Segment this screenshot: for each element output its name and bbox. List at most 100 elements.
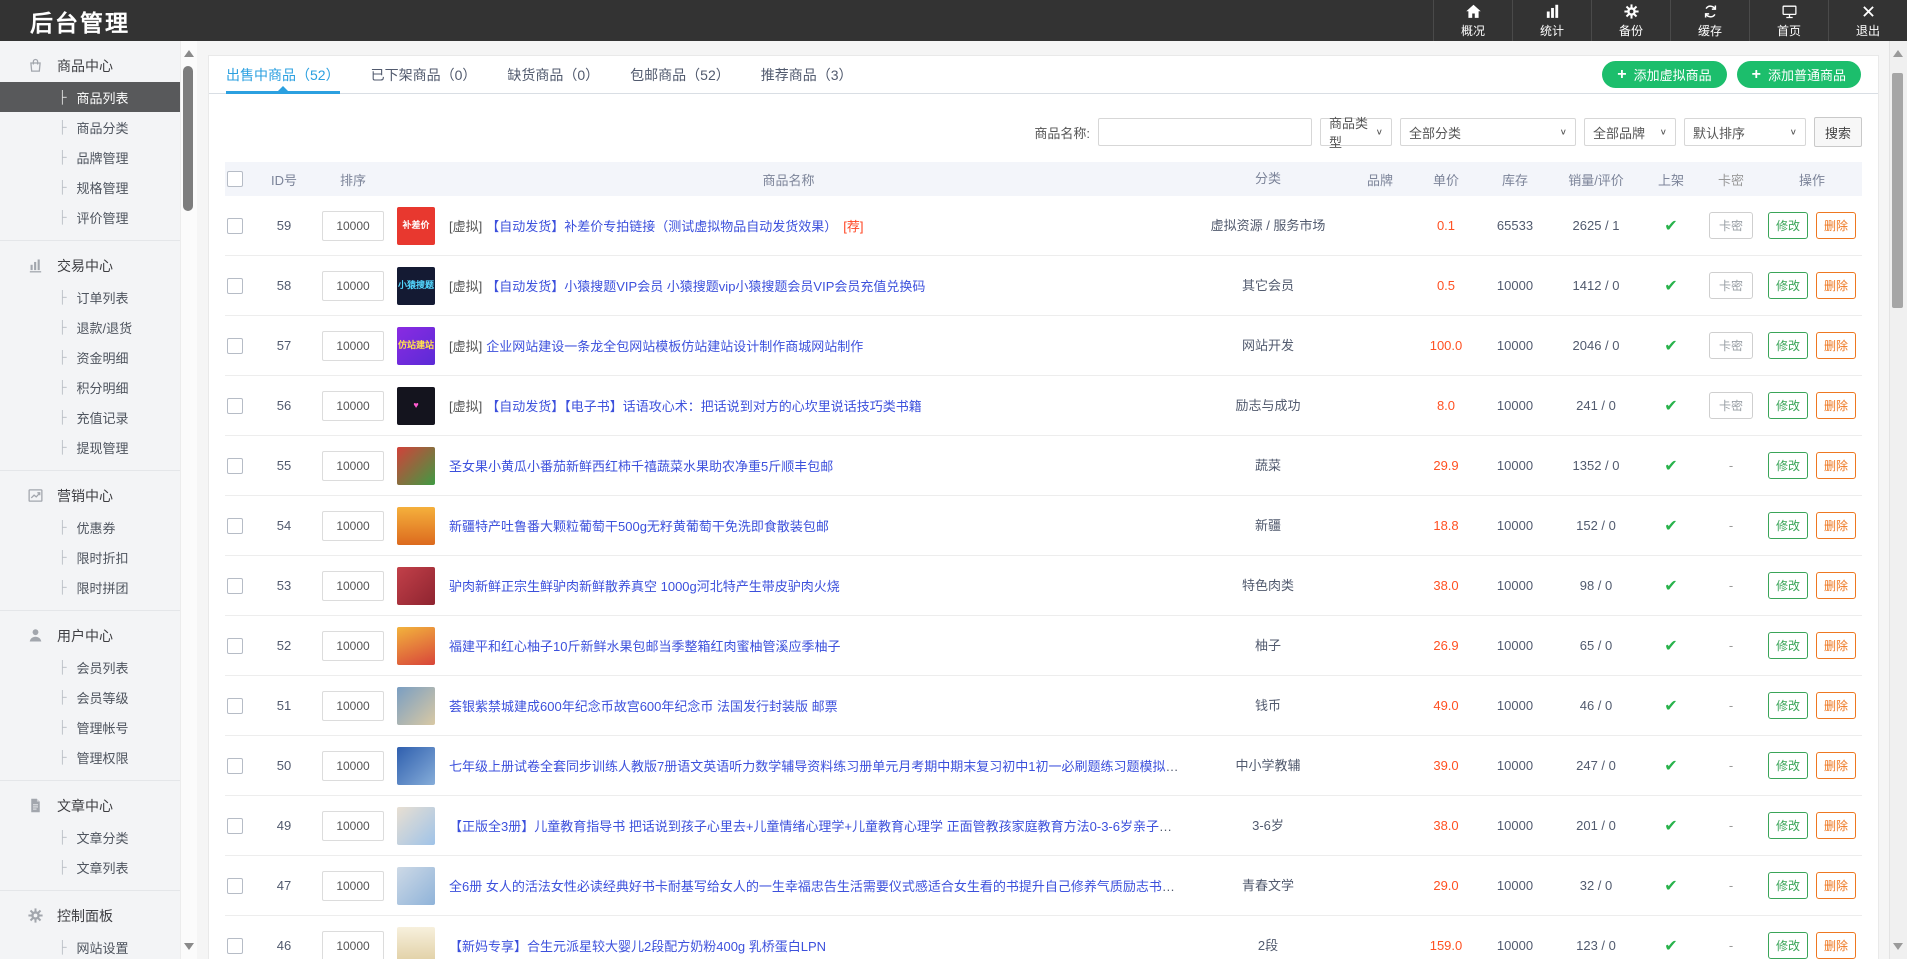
product-type-select[interactable]: 商品类型 ∨	[1320, 118, 1392, 146]
delete-button[interactable]: 删除	[1816, 392, 1856, 419]
tab-out-of-stock[interactable]: 缺货商品（0）	[507, 56, 599, 93]
row-checkbox[interactable]	[227, 338, 243, 354]
sidebar-item-coupon[interactable]: ├优惠券	[0, 512, 180, 542]
sort-select[interactable]: 默认排序 ∨	[1684, 118, 1806, 146]
row-checkbox[interactable]	[227, 398, 243, 414]
sort-input[interactable]	[322, 271, 384, 301]
sidebar-item-goods-category[interactable]: ├商品分类	[0, 112, 180, 142]
sort-input[interactable]	[322, 511, 384, 541]
sidebar-item-fund-detail[interactable]: ├资金明细	[0, 342, 180, 372]
sort-input[interactable]	[322, 691, 384, 721]
sidebar-item-admin-account[interactable]: ├管理帐号	[0, 712, 180, 742]
sidebar-item-goods-list[interactable]: ├商品列表	[0, 82, 180, 112]
product-name-link[interactable]: 荟银紫禁城建成600年纪念币故宫600年纪念币 法国发行封装版 邮票	[449, 699, 838, 714]
product-name-link[interactable]: 全6册 女人的活法女性必读经典好书卡耐基写给女人的一生幸福忠告生活需要仪式感适合…	[449, 879, 1188, 894]
topbar-item-logout[interactable]: 退出	[1828, 0, 1907, 41]
edit-button[interactable]: 修改	[1768, 512, 1808, 539]
sidebar-item-recharge-record[interactable]: ├充值记录	[0, 402, 180, 432]
sort-input[interactable]	[322, 331, 384, 361]
select-all-checkbox[interactable]	[227, 171, 243, 187]
edit-button[interactable]: 修改	[1768, 632, 1808, 659]
sort-input[interactable]	[322, 451, 384, 481]
sidebar-item-member-level[interactable]: ├会员等级	[0, 682, 180, 712]
delete-button[interactable]: 删除	[1816, 632, 1856, 659]
brand-select[interactable]: 全部品牌 ∨	[1584, 118, 1676, 146]
page-scrollbar[interactable]	[1889, 41, 1907, 959]
tab-off-shelf[interactable]: 已下架商品（0）	[371, 56, 477, 93]
topbar-item-cache[interactable]: 缓存	[1670, 0, 1749, 41]
row-checkbox[interactable]	[227, 758, 243, 774]
edit-button[interactable]: 修改	[1768, 932, 1808, 959]
sort-input[interactable]	[322, 391, 384, 421]
sidebar-scrollbar[interactable]	[180, 41, 198, 959]
delete-button[interactable]: 删除	[1816, 512, 1856, 539]
product-name-link[interactable]: 圣女果小黄瓜小番茄新鲜西红柿千禧蔬菜水果助农净重5斤顺丰包邮	[449, 459, 833, 474]
sidebar-section-article-center[interactable]: 文章中心	[0, 789, 180, 822]
edit-button[interactable]: 修改	[1768, 812, 1808, 839]
sidebar-item-refund-return[interactable]: ├退款/退货	[0, 312, 180, 342]
sidebar-item-admin-permission[interactable]: ├管理权限	[0, 742, 180, 772]
sidebar-item-member-list[interactable]: ├会员列表	[0, 652, 180, 682]
row-checkbox[interactable]	[227, 938, 243, 954]
card-key-button[interactable]: 卡密	[1709, 392, 1753, 419]
edit-button[interactable]: 修改	[1768, 872, 1808, 899]
edit-button[interactable]: 修改	[1768, 272, 1808, 299]
delete-button[interactable]: 删除	[1816, 752, 1856, 779]
sidebar-item-review-manage[interactable]: ├评价管理	[0, 202, 180, 232]
topbar-item-backup[interactable]: 备份	[1591, 0, 1670, 41]
sort-input[interactable]	[322, 211, 384, 241]
sidebar-item-brand-manage[interactable]: ├品牌管理	[0, 142, 180, 172]
scroll-up-arrow-icon[interactable]	[184, 50, 194, 57]
card-key-button[interactable]: 卡密	[1709, 272, 1753, 299]
sidebar-item-order-list[interactable]: ├订单列表	[0, 282, 180, 312]
product-name-link[interactable]: 【自动发货】【电子书】话语攻心术：把话说到对方的心坎里说话技巧类书籍	[486, 399, 922, 414]
product-name-link[interactable]: 【正版全3册】儿童教育指导书 把话说到孩子心里去+儿童情绪心理学+儿童教育心理学…	[449, 819, 1188, 834]
scroll-down-arrow-icon[interactable]	[1893, 943, 1903, 950]
row-checkbox[interactable]	[227, 878, 243, 894]
delete-button[interactable]: 删除	[1816, 692, 1856, 719]
sidebar-section-trade-center[interactable]: 交易中心	[0, 249, 180, 282]
edit-button[interactable]: 修改	[1768, 212, 1808, 239]
tab-free-shipping[interactable]: 包邮商品（52）	[630, 56, 730, 93]
sidebar-section-control-panel[interactable]: 控制面板	[0, 899, 180, 932]
sidebar-item-flash-discount[interactable]: ├限时折扣	[0, 542, 180, 572]
add-normal-product-button[interactable]: + 添加普通商品	[1737, 61, 1861, 88]
scroll-down-arrow-icon[interactable]	[184, 943, 194, 950]
topbar-item-overview[interactable]: 概况	[1433, 0, 1512, 41]
product-name-link[interactable]: 【新妈专享】合生元派星较大婴儿2段配方奶粉400g 乳桥蛋白LPN	[449, 939, 826, 954]
sort-input[interactable]	[322, 571, 384, 601]
edit-button[interactable]: 修改	[1768, 332, 1808, 359]
product-name-link[interactable]: 【自动发货】小猿搜题VIP会员 小猿搜题vip小猿搜题会员VIP会员充值兑换码	[486, 279, 925, 294]
product-name-input[interactable]	[1098, 118, 1312, 146]
card-key-button[interactable]: 卡密	[1709, 212, 1753, 239]
sidebar-section-goods-center[interactable]: 商品中心	[0, 49, 180, 82]
topbar-item-statistics[interactable]: 统计	[1512, 0, 1591, 41]
topbar-item-homepage[interactable]: 首页	[1749, 0, 1828, 41]
page-scrollbar-thumb[interactable]	[1892, 73, 1903, 308]
sort-input[interactable]	[322, 871, 384, 901]
sidebar-section-marketing-center[interactable]: 营销中心	[0, 479, 180, 512]
row-checkbox[interactable]	[227, 218, 243, 234]
tab-on-sale[interactable]: 出售中商品（52）	[226, 56, 340, 93]
edit-button[interactable]: 修改	[1768, 392, 1808, 419]
product-name-link[interactable]: 新疆特产吐鲁番大颗粒葡萄干500g无籽黄葡萄干免洗即食散装包邮	[449, 519, 829, 534]
delete-button[interactable]: 删除	[1816, 812, 1856, 839]
delete-button[interactable]: 删除	[1816, 872, 1856, 899]
scroll-up-arrow-icon[interactable]	[1893, 50, 1903, 57]
edit-button[interactable]: 修改	[1768, 572, 1808, 599]
sidebar-item-spec-manage[interactable]: ├规格管理	[0, 172, 180, 202]
sidebar-item-article-list[interactable]: ├文章列表	[0, 852, 180, 882]
edit-button[interactable]: 修改	[1768, 452, 1808, 479]
tab-recommended[interactable]: 推荐商品（3）	[761, 56, 853, 93]
sidebar-item-withdraw-manage[interactable]: ├提现管理	[0, 432, 180, 462]
sidebar-item-flash-group[interactable]: ├限时拼团	[0, 572, 180, 602]
edit-button[interactable]: 修改	[1768, 752, 1808, 779]
product-name-link[interactable]: 驴肉新鲜正宗生鲜驴肉新鲜散养真空 1000g河北特产生带皮驴肉火烧	[449, 579, 840, 594]
row-checkbox[interactable]	[227, 698, 243, 714]
delete-button[interactable]: 删除	[1816, 932, 1856, 959]
row-checkbox[interactable]	[227, 578, 243, 594]
sort-input[interactable]	[322, 811, 384, 841]
search-button[interactable]: 搜索	[1814, 117, 1862, 147]
sidebar-section-user-center[interactable]: 用户中心	[0, 619, 180, 652]
sidebar-item-site-settings[interactable]: ├网站设置	[0, 932, 180, 959]
